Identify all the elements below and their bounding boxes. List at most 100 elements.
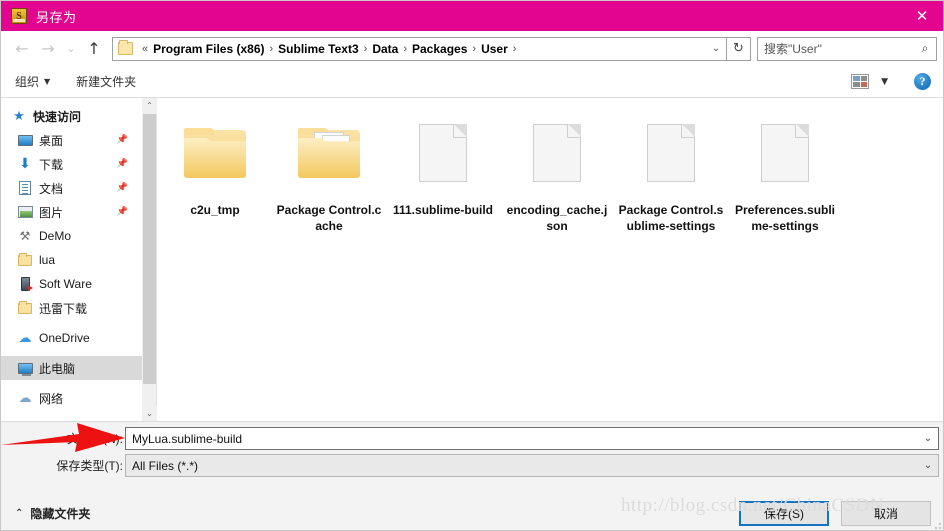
title-bar: S 另存为 ✕ [1, 1, 943, 31]
sidebar-item-4[interactable]: 图片 📌 [1, 200, 142, 224]
filetype-label: 保存类型(T): [56, 459, 123, 473]
breadcrumb-item-data[interactable]: Data [372, 42, 398, 56]
folder-icon [17, 300, 33, 316]
breadcrumb-separator: › [512, 42, 517, 55]
sidebar-item-9[interactable]: ☁ OneDrive [1, 326, 142, 350]
scroll-up-icon[interactable]: ⌃ [142, 98, 157, 113]
recent-locations-icon[interactable]: ⌄ [61, 36, 81, 62]
filename-field[interactable]: MyLua.sublime-build ⌄ [125, 427, 939, 450]
file-name: 111.sublime-build [392, 203, 494, 217]
save-button[interactable]: 保存(S) [739, 501, 829, 526]
window-title: 另存为 [36, 9, 77, 25]
file-item[interactable]: Package Control.cache [274, 106, 384, 234]
file-name: encoding_cache.json [506, 203, 608, 233]
file-item[interactable]: Preferences.sublime-settings [730, 106, 840, 234]
filetype-select[interactable]: All Files (*.*) ⌄ [125, 454, 939, 477]
scrollbar-thumb[interactable] [143, 114, 156, 384]
sidebar-item-label: 下载 [39, 157, 64, 172]
sidebar-item-0[interactable]: ★ 快速访问 [1, 104, 142, 128]
pin-icon[interactable]: 📌 [117, 207, 128, 217]
sidebar-item-8[interactable]: 迅雷下载 [1, 296, 142, 320]
chevron-down-icon[interactable]: ⌄ [918, 460, 938, 471]
sidebar-item-2[interactable]: ⬇ 下载 📌 [1, 152, 142, 176]
save-as-dialog: S 另存为 ✕ ← → ⌄ ↑ « Program Files (x86) › … [0, 0, 944, 531]
file-name: Package Control.sublime-settings [618, 203, 724, 233]
sidebar-item-label: lua [39, 253, 56, 267]
navigation-bar: ← → ⌄ ↑ « Program Files (x86) › Sublime … [1, 31, 943, 66]
sidebar-item-label: 图片 [39, 205, 64, 220]
this-pc-icon [17, 360, 33, 376]
sidebar-item-label: 快速访问 [33, 109, 82, 124]
filename-label-wrap: 文件名(N): [1, 427, 123, 451]
refresh-icon[interactable]: ↻ [727, 36, 751, 61]
sidebar-item-3[interactable]: 文档 📌 [1, 176, 142, 200]
cancel-button[interactable]: 取消 [841, 501, 931, 526]
sidebar-item-1[interactable]: 桌面 📌 [1, 128, 142, 152]
breadcrumb-separator: › [472, 42, 477, 55]
folder-icon [17, 252, 33, 268]
sidebar-item-10[interactable]: 此电脑 [1, 356, 142, 380]
file-list-pane[interactable]: c2u_tmp Package Control.cache 111.sublime-… [158, 98, 943, 421]
breadcrumb-item-user[interactable]: User [481, 42, 508, 56]
sidebar-item-6[interactable]: lua [1, 248, 142, 272]
hide-folders-toggle[interactable]: ⌃ 隐藏文件夹 [15, 505, 90, 522]
forward-icon[interactable]: → [35, 36, 61, 62]
folder-with-documents-icon [298, 110, 360, 196]
sidebar-item-label: DeMo [39, 229, 72, 243]
document-icon [419, 110, 467, 196]
file-name: Package Control.cache [276, 203, 382, 233]
file-name: Preferences.sublime-settings [734, 203, 836, 233]
document-icon [533, 110, 581, 196]
filetype-value[interactable]: All Files (*.*) [126, 459, 918, 473]
filename-input[interactable]: MyLua.sublime-build [126, 432, 918, 446]
pin-icon[interactable]: 📌 [117, 159, 128, 169]
breadcrumb-separator: › [269, 42, 274, 55]
sidebar-item-label: 此电脑 [39, 361, 76, 376]
pin-icon[interactable]: 📌 [117, 135, 128, 145]
organize-label: 组织 [15, 75, 40, 89]
breadcrumb-chevron[interactable]: « [137, 43, 153, 55]
document-icon [761, 110, 809, 196]
up-icon[interactable]: ↑ [81, 36, 107, 62]
demo-folder-icon: ⚒ [19, 229, 31, 243]
sidebar-scrollbar[interactable]: ⌃ ⌄ [142, 98, 157, 421]
pin-icon[interactable]: 📌 [117, 183, 128, 193]
chevron-down-icon[interactable]: ⌄ [706, 38, 726, 60]
file-item[interactable]: Package Control.sublime-settings [616, 106, 726, 234]
search-box[interactable]: 搜索"User" ⌕ [757, 36, 937, 61]
search-input[interactable]: 搜索"User" [758, 40, 914, 57]
chevron-up-icon: ⌃ [15, 508, 24, 519]
chevron-down-icon[interactable]: ⌄ [918, 433, 938, 444]
scroll-down-icon[interactable]: ⌄ [142, 406, 157, 421]
close-icon[interactable]: ✕ [899, 1, 943, 31]
sidebar-item-7[interactable]: Soft Ware [1, 272, 142, 296]
sidebar-item-label: 网络 [39, 391, 64, 406]
search-icon: ⌕ [921, 41, 929, 55]
chevron-down-icon[interactable]: ▼ [881, 77, 888, 87]
filetype-label-wrap: 保存类型(T): [1, 454, 123, 478]
breadcrumb-item-packages[interactable]: Packages [412, 42, 467, 56]
onedrive-icon: ☁ [18, 330, 32, 346]
resize-grip[interactable] [932, 520, 942, 530]
filename-row: 文件名(N): MyLua.sublime-build ⌄ [1, 427, 943, 451]
view-options-icon[interactable] [851, 74, 870, 89]
sidebar-item-11[interactable]: ☁ 网络 [1, 386, 142, 410]
file-item[interactable]: encoding_cache.json [502, 106, 612, 234]
software-icon [17, 276, 33, 292]
pictures-icon [17, 204, 33, 220]
file-item[interactable]: c2u_tmp [160, 106, 270, 234]
organize-button[interactable]: 组织 ▼ [15, 73, 50, 90]
file-item[interactable]: 111.sublime-build [388, 106, 498, 234]
new-folder-button[interactable]: 新建文件夹 [76, 73, 136, 90]
sidebar-item-5[interactable]: ⚒ DeMo [1, 224, 142, 248]
back-icon[interactable]: ← [9, 36, 35, 62]
breadcrumb-item-program-files[interactable]: Program Files (x86) [153, 42, 264, 56]
breadcrumb-item-sublime-text3[interactable]: Sublime Text3 [278, 42, 358, 56]
address-bar[interactable]: « Program Files (x86) › Sublime Text3 › … [112, 36, 727, 61]
folder-icon [118, 40, 133, 55]
command-bar: 组织 ▼ 新建文件夹 ▼ ? [1, 66, 943, 98]
sidebar-item-label: Soft Ware [39, 277, 92, 291]
file-name: c2u_tmp [190, 203, 240, 217]
help-icon[interactable]: ? [914, 73, 931, 90]
sidebar-item-label: 迅雷下载 [39, 301, 88, 316]
